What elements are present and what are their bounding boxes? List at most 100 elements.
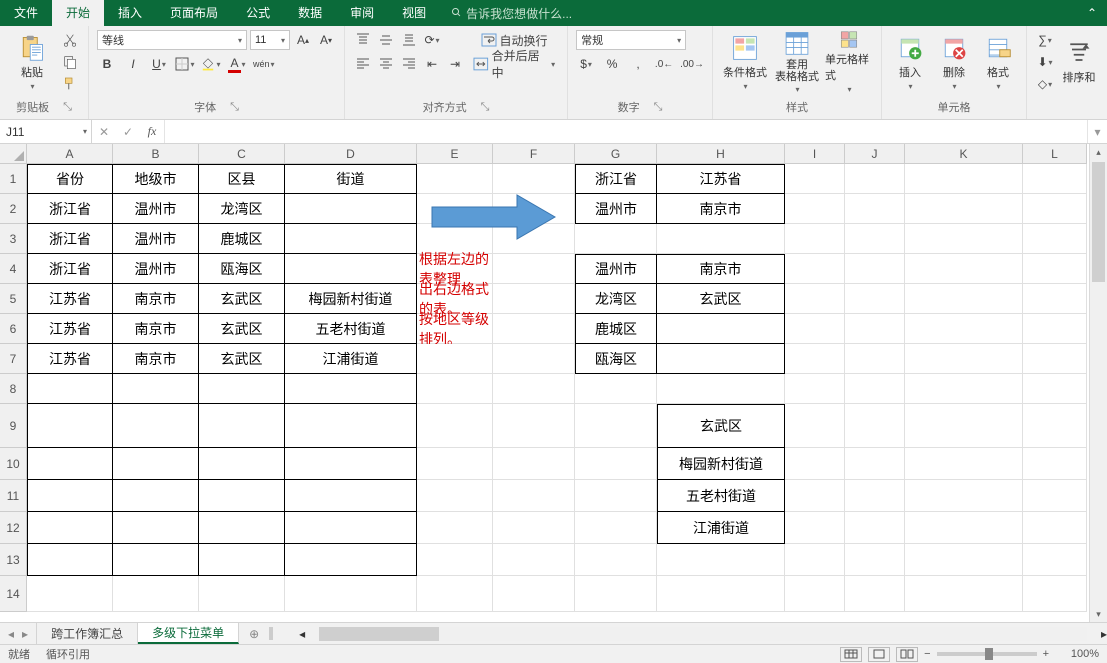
cell-J4[interactable]	[845, 254, 905, 284]
spreadsheet-grid[interactable]: ABCDEFGHIJKL 1234567891011121314 省份地级市区县…	[0, 144, 1107, 622]
row-header-2[interactable]: 2	[0, 194, 27, 224]
align-top-button[interactable]	[353, 30, 373, 50]
cell-B4[interactable]: 温州市	[113, 254, 199, 284]
cell-C4[interactable]: 瓯海区	[199, 254, 285, 284]
fill-color-button[interactable]: ▾	[201, 54, 221, 74]
sort-filter-button[interactable]: 排序和	[1059, 30, 1099, 94]
cell-A4[interactable]: 浙江省	[27, 254, 113, 284]
cell-L9[interactable]	[1023, 404, 1087, 448]
cell-E10[interactable]	[417, 448, 493, 480]
cell-E14[interactable]	[417, 576, 493, 612]
cell-K6[interactable]	[905, 314, 1023, 344]
cell-L4[interactable]	[1023, 254, 1087, 284]
autosum-button[interactable]: ∑▾	[1035, 30, 1055, 50]
col-header-F[interactable]: F	[493, 144, 575, 164]
row-header-6[interactable]: 6	[0, 314, 27, 344]
row-header-12[interactable]: 12	[0, 512, 27, 544]
col-header-E[interactable]: E	[417, 144, 493, 164]
cell-A2[interactable]: 浙江省	[27, 194, 113, 224]
col-header-J[interactable]: J	[845, 144, 905, 164]
cell-J9[interactable]	[845, 404, 905, 448]
cell-C7[interactable]: 玄武区	[199, 344, 285, 374]
cell-A11[interactable]	[27, 480, 113, 512]
col-header-I[interactable]: I	[785, 144, 845, 164]
increase-indent-button[interactable]: ⇥	[445, 54, 465, 74]
increase-decimal-button[interactable]: .0←	[654, 54, 674, 74]
vertical-scrollbar[interactable]: ▴ ▾	[1089, 144, 1107, 622]
row-header-5[interactable]: 5	[0, 284, 27, 314]
menu-tab-公式[interactable]: 公式	[232, 0, 284, 26]
cell-L3[interactable]	[1023, 224, 1087, 254]
cell-K14[interactable]	[905, 576, 1023, 612]
cell-F4[interactable]	[493, 254, 575, 284]
name-box[interactable]: J11▾	[0, 120, 92, 143]
cell-H1[interactable]: 江苏省	[657, 164, 785, 194]
cell-G2[interactable]: 温州市	[575, 194, 657, 224]
cell-K13[interactable]	[905, 544, 1023, 576]
cell-styles-button[interactable]: 单元格样式▾	[825, 30, 873, 94]
cell-K5[interactable]	[905, 284, 1023, 314]
cell-I8[interactable]	[785, 374, 845, 404]
cell-K8[interactable]	[905, 374, 1023, 404]
row-header-7[interactable]: 7	[0, 344, 27, 374]
cell-B10[interactable]	[113, 448, 199, 480]
cell-D9[interactable]	[285, 404, 417, 448]
cell-A9[interactable]	[27, 404, 113, 448]
cell-B14[interactable]	[113, 576, 199, 612]
cell-E1[interactable]	[417, 164, 493, 194]
accounting-button[interactable]: $▾	[576, 54, 596, 74]
cell-H3[interactable]	[657, 224, 785, 254]
cell-I11[interactable]	[785, 480, 845, 512]
cell-H11[interactable]: 五老村街道	[657, 480, 785, 512]
cell-H6[interactable]	[657, 314, 785, 344]
row-header-3[interactable]: 3	[0, 224, 27, 254]
zoom-out-button[interactable]: −	[924, 648, 930, 660]
cell-B13[interactable]	[113, 544, 199, 576]
cell-G11[interactable]	[575, 480, 657, 512]
row-header-4[interactable]: 4	[0, 254, 27, 284]
cell-F5[interactable]	[493, 284, 575, 314]
cell-F1[interactable]	[493, 164, 575, 194]
menu-tab-审阅[interactable]: 审阅	[336, 0, 388, 26]
zoom-slider[interactable]	[937, 652, 1037, 656]
cell-C13[interactable]	[199, 544, 285, 576]
delete-button[interactable]: 删除▾	[934, 30, 974, 94]
cell-L8[interactable]	[1023, 374, 1087, 404]
cell-D1[interactable]: 街道	[285, 164, 417, 194]
cell-L14[interactable]	[1023, 576, 1087, 612]
cell-K4[interactable]	[905, 254, 1023, 284]
cell-A13[interactable]	[27, 544, 113, 576]
cell-D4[interactable]	[285, 254, 417, 284]
cell-G14[interactable]	[575, 576, 657, 612]
menu-tab-插入[interactable]: 插入	[104, 0, 156, 26]
cell-C10[interactable]	[199, 448, 285, 480]
cell-L5[interactable]	[1023, 284, 1087, 314]
cell-C2[interactable]: 龙湾区	[199, 194, 285, 224]
row-header-11[interactable]: 11	[0, 480, 27, 512]
cell-G10[interactable]	[575, 448, 657, 480]
bold-button[interactable]: B	[97, 54, 117, 74]
cell-A7[interactable]: 江苏省	[27, 344, 113, 374]
menu-tab-开始[interactable]: 开始	[52, 0, 104, 26]
cut-button[interactable]	[60, 30, 80, 50]
phonetic-button[interactable]: wén▾	[253, 54, 275, 74]
cell-I13[interactable]	[785, 544, 845, 576]
cell-B7[interactable]: 南京市	[113, 344, 199, 374]
number-launcher[interactable]: ⤡	[654, 101, 663, 114]
cell-F12[interactable]	[493, 512, 575, 544]
cell-F13[interactable]	[493, 544, 575, 576]
cell-E8[interactable]	[417, 374, 493, 404]
cell-J2[interactable]	[845, 194, 905, 224]
cell-K1[interactable]	[905, 164, 1023, 194]
align-center-button[interactable]	[376, 54, 396, 74]
cell-G4[interactable]: 温州市	[575, 254, 657, 284]
col-header-B[interactable]: B	[113, 144, 199, 164]
cell-H5[interactable]: 玄武区	[657, 284, 785, 314]
sheet-tab-0[interactable]: 跨工作簿汇总	[37, 623, 138, 644]
cell-E2[interactable]	[417, 194, 493, 224]
cell-A1[interactable]: 省份	[27, 164, 113, 194]
cell-K9[interactable]	[905, 404, 1023, 448]
cell-I12[interactable]	[785, 512, 845, 544]
cell-B1[interactable]: 地级市	[113, 164, 199, 194]
menu-tab-页面布局[interactable]: 页面布局	[156, 0, 232, 26]
